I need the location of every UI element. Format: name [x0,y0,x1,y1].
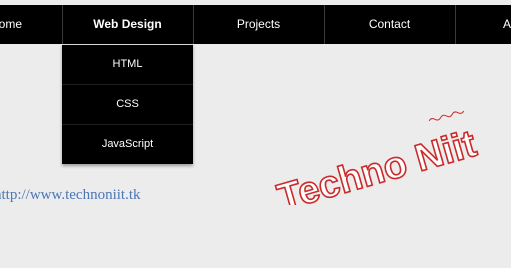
nav-divider [455,5,456,44]
dropdown-item-html[interactable]: HTML [62,45,193,85]
nav-item-contact[interactable]: Contact [324,5,455,44]
watermark-text: Techno Niit [273,123,481,205]
techno-niit-watermark: Techno Niit [272,110,482,205]
nav-item-projects[interactable]: Projects [193,5,324,44]
website-url-link[interactable]: http://www.technoniit.tk [0,187,141,204]
web-design-dropdown-menu: HTML CSS JavaScript [62,44,193,164]
nav-item-web-design[interactable]: Web Design [62,5,193,44]
nav-item-home[interactable]: Home [0,5,22,44]
spellcheck-squiggle [428,110,465,122]
main-navbar: Home Web Design Projects Contact About [0,5,511,44]
dropdown-item-javascript[interactable]: JavaScript [62,125,193,164]
nav-item-about[interactable]: About [503,5,511,44]
dropdown-item-css[interactable]: CSS [62,85,193,125]
